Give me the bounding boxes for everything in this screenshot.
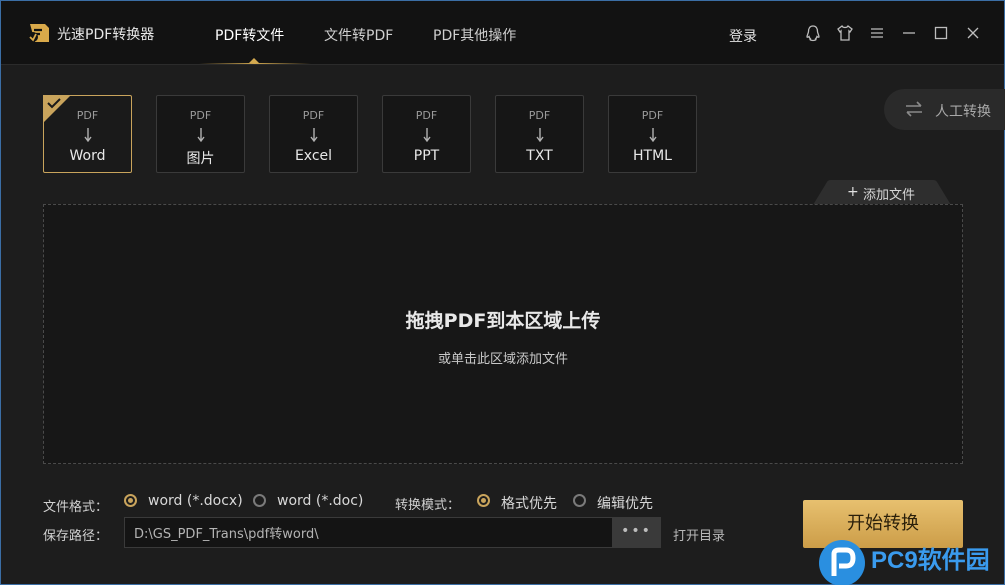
add-file-label: 添加文件 — [863, 188, 916, 203]
tab-file-to-pdf[interactable]: 文件转PDF — [324, 25, 393, 45]
watermark-text: PC9软件园 — [871, 547, 990, 574]
manual-convert-button[interactable]: 人工转换 — [884, 89, 1005, 130]
arrow-down-icon — [536, 128, 544, 142]
start-convert-label: 开始转换 — [847, 513, 919, 534]
watermark: PC9软件园 — [819, 536, 1005, 585]
app-title: 光速PDF转换器 — [57, 27, 155, 43]
format-card-txt[interactable]: PDF TXT — [495, 95, 584, 173]
format-source: PDF — [641, 109, 664, 122]
radio-edit-priority[interactable] — [573, 494, 586, 507]
menu-icon[interactable] — [868, 24, 886, 42]
format-target: Excel — [294, 148, 333, 164]
arrow-down-icon — [197, 128, 205, 142]
drop-zone[interactable]: 拖拽PDF到本区域上传 或单击此区域添加文件 — [43, 204, 963, 464]
arrow-down-icon — [310, 128, 318, 142]
drop-zone-title: 拖拽PDF到本区域上传 — [405, 310, 601, 332]
format-target: PPT — [413, 148, 440, 164]
format-target: Word — [69, 148, 106, 164]
check-icon — [47, 98, 61, 109]
format-card-word[interactable]: PDF Word — [43, 95, 132, 173]
login-link[interactable]: 登录 — [729, 26, 757, 46]
active-tab-caret — [249, 58, 259, 63]
save-path-label: 保存路径： — [43, 529, 109, 544]
format-target: TXT — [526, 148, 553, 164]
minimize-icon[interactable] — [900, 24, 918, 42]
radio-docx-label[interactable]: word (*.docx) — [148, 493, 243, 509]
format-target: HTML — [633, 148, 672, 164]
radio-format-priority[interactable] — [477, 494, 490, 507]
convert-mode-label: 转换模式： — [395, 498, 461, 513]
format-card-image[interactable]: PDF 图片 — [156, 95, 245, 173]
add-file-button[interactable]: + 添加文件 — [813, 180, 951, 205]
radio-doc[interactable] — [253, 494, 266, 507]
active-tab-underline — [199, 63, 311, 64]
format-source: PDF — [189, 109, 212, 122]
radio-docx[interactable] — [124, 494, 137, 507]
manual-convert-label: 人工转换 — [935, 104, 991, 120]
open-directory-link[interactable]: 打开目录 — [673, 525, 725, 544]
browse-button[interactable]: ••• — [612, 517, 661, 548]
tab-pdf-to-file[interactable]: PDF转文件 — [215, 25, 284, 45]
format-card-html[interactable]: PDF HTML — [608, 95, 697, 173]
format-source: PDF — [528, 109, 551, 122]
app-window: 光速PDF转换器 PDF转文件 文件转PDF PDF其他操作 登录 PDF Wo… — [0, 0, 1005, 585]
file-format-label: 文件格式： — [43, 500, 109, 515]
radio-format-priority-label[interactable]: 格式优先 — [501, 493, 557, 513]
plus-icon: + — [847, 184, 859, 200]
format-target: 图片 — [186, 151, 215, 167]
format-source: PDF — [76, 109, 99, 122]
drop-zone-subtitle: 或单击此区域添加文件 — [437, 352, 568, 367]
radio-edit-priority-label[interactable]: 编辑优先 — [597, 493, 653, 513]
arrow-down-icon — [84, 128, 92, 142]
format-card-ppt[interactable]: PDF PPT — [382, 95, 471, 173]
app-logo-icon — [28, 24, 49, 42]
skin-icon[interactable] — [836, 24, 854, 42]
save-path-input[interactable] — [124, 517, 613, 548]
format-source: PDF — [302, 109, 325, 122]
watermark-logo-icon — [819, 540, 865, 585]
maximize-icon[interactable] — [932, 24, 950, 42]
qq-icon[interactable] — [804, 24, 822, 42]
format-source: PDF — [415, 109, 438, 122]
close-icon[interactable] — [964, 24, 982, 42]
format-card-excel[interactable]: PDF Excel — [269, 95, 358, 173]
tab-pdf-other[interactable]: PDF其他操作 — [433, 25, 516, 45]
radio-doc-label[interactable]: word (*.doc) — [277, 493, 363, 509]
swap-icon — [906, 101, 922, 117]
arrow-down-icon — [649, 128, 657, 142]
arrow-down-icon — [423, 128, 431, 142]
titlebar: 光速PDF转换器 PDF转文件 文件转PDF PDF其他操作 登录 — [1, 1, 1004, 65]
